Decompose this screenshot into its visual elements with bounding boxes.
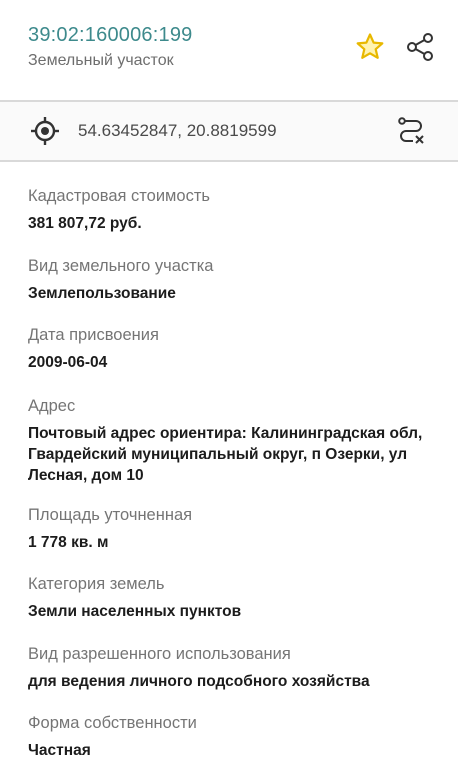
field-label: Кадастровая стоимость — [28, 187, 210, 205]
field-value: Частная — [28, 742, 91, 759]
field-value: Земли населенных пунктов — [28, 603, 242, 620]
share-button[interactable] — [403, 30, 437, 64]
field-value: для ведения личного подсобного хозяйства — [28, 673, 370, 690]
share-icon — [407, 33, 433, 61]
route-button[interactable] — [394, 114, 428, 148]
field-value: Почтовый адрес ориентира: Калининградска… — [28, 425, 423, 484]
header: 39:02:160006:199 Земельный участок — [0, 0, 458, 101]
field-assigned-date: Дата присвоения 2009-06-04 — [28, 324, 443, 373]
field-label: Адрес — [28, 397, 76, 415]
field-value: Землепользование — [28, 285, 176, 302]
field-label: Форма собственности — [28, 714, 197, 732]
field-label: Дата присвоения — [28, 326, 159, 344]
coordinates-row[interactable]: 54.63452847, 20.8819599 — [0, 102, 458, 160]
field-value: 381 807,72 руб. — [28, 215, 142, 232]
field-label: Вид разрешенного использования — [28, 645, 291, 663]
favorite-button[interactable] — [353, 30, 387, 64]
field-cadastral-value: Кадастровая стоимость 381 807,72 руб. — [28, 185, 443, 234]
field-label: Площадь уточненная — [28, 506, 193, 524]
field-value: 2009-06-04 — [28, 354, 108, 371]
field-land-type: Вид земельного участка Землепользование — [28, 255, 443, 304]
object-type-subtitle: Земельный участок — [28, 52, 174, 69]
coordinates-divider — [0, 160, 458, 162]
field-permitted-use: Вид разрешенного использования для веден… — [28, 643, 443, 692]
route-cancel-icon — [398, 117, 424, 144]
crosshair-target-icon[interactable] — [30, 116, 60, 146]
field-area: Площадь уточненная 1 778 кв. м — [28, 504, 443, 553]
star-icon — [356, 33, 384, 59]
coordinates-text[interactable]: 54.63452847, 20.8819599 — [78, 121, 277, 141]
field-land-category: Категория земель Земли населенных пункто… — [28, 573, 443, 622]
field-address: Адрес Почтовый адрес ориентира: Калининг… — [28, 395, 443, 486]
field-value: 1 778 кв. м — [28, 534, 109, 551]
field-label: Вид земельного участка — [28, 257, 214, 275]
field-ownership: Форма собственности Частная — [28, 712, 443, 761]
cadastral-number[interactable]: 39:02:160006:199 — [28, 24, 192, 47]
field-label: Категория земель — [28, 575, 165, 593]
